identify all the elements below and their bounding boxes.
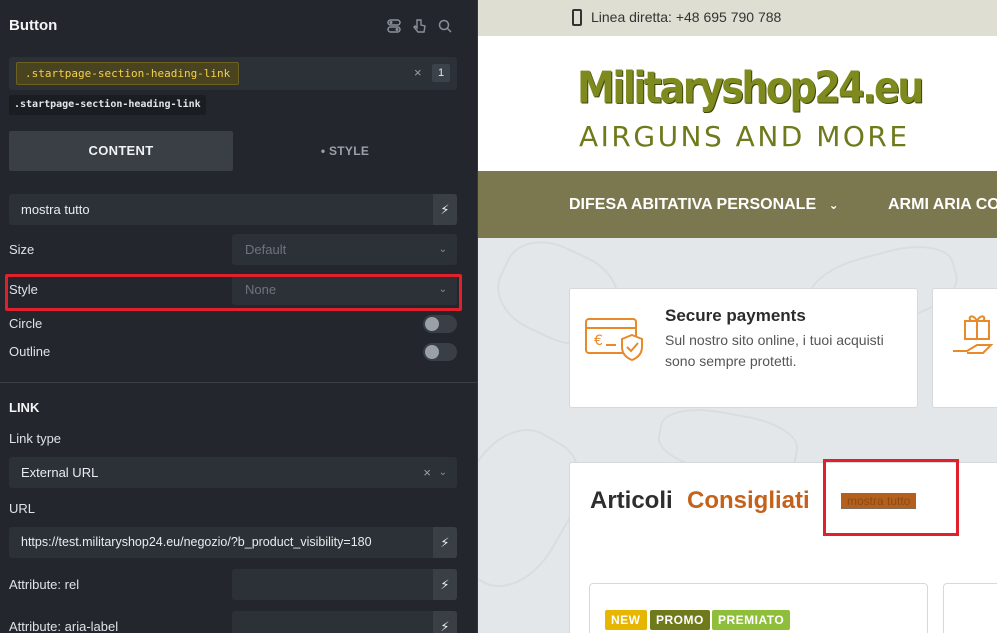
tab-style[interactable]: • STYLE (233, 131, 457, 171)
nav-item-label: DIFESA ABITATIVA PERSONALE (569, 196, 817, 213)
button-text-value: mostra tutto (21, 202, 90, 217)
site-logo[interactable]: Militaryshop24.eu (577, 62, 924, 113)
attr-aria-field[interactable]: ⚡ (232, 611, 457, 633)
link-type-label: Link type (9, 431, 62, 446)
attr-rel-field[interactable]: ⚡ (232, 569, 457, 600)
articles-title: Articoli (590, 487, 673, 514)
gift-card (932, 288, 997, 408)
clear-icon[interactable]: × (423, 457, 431, 488)
gift-hand-icon (951, 309, 997, 366)
secure-payments-card: € Secure payments Sul nostro sito online… (569, 288, 918, 408)
toggle-knob (425, 345, 439, 359)
site-preview: Linea diretta: +48 695 790 788 Militarys… (478, 0, 997, 633)
attr-rel-label: Attribute: rel (9, 577, 80, 592)
panel-title: Button (9, 17, 58, 34)
attr-aria-label: Attribute: aria-label (9, 619, 119, 633)
payments-title: Secure payments (665, 306, 806, 325)
nav-item-armi[interactable]: ARMI ARIA CO (888, 171, 997, 238)
clear-class-icon[interactable]: × (414, 65, 422, 80)
circle-label: Circle (9, 316, 43, 331)
product-card[interactable] (943, 583, 997, 633)
tab-content[interactable]: CONTENT (9, 131, 233, 171)
style-highlight-box (5, 274, 462, 311)
nav-item-difesa[interactable]: DIFESA ABITATIVA PERSONALE ⌄ (569, 171, 839, 239)
link-section-heading[interactable]: LINK (9, 400, 39, 415)
section-divider (0, 382, 478, 383)
site-logo-tagline: AIRGUNS AND MORE (579, 120, 910, 153)
button-settings-panel: Button .startpage-section-heading-link ×… (0, 0, 478, 633)
link-type-select[interactable]: External URL × ⌄ (9, 457, 457, 488)
topbar-phone-text[interactable]: Linea diretta: +48 695 790 788 (591, 9, 781, 25)
articles-title-accent: Consigliati (687, 487, 810, 514)
button-text-field[interactable]: mostra tutto ⚡ (9, 194, 457, 225)
active-class-chip[interactable]: .startpage-section-heading-link (16, 62, 240, 85)
size-select[interactable]: Default ⌄ (232, 234, 457, 265)
class-count-badge: 1 (432, 64, 450, 82)
chevron-down-icon: ⌄ (438, 244, 447, 255)
url-value: https://test.militaryshop24.eu/negozio/?… (21, 535, 372, 549)
size-label: Size (9, 242, 35, 257)
main-nav: DIFESA ABITATIVA PERSONALE ⌄ ARMI ARIA C… (478, 171, 997, 238)
chevron-down-icon: ⌄ (438, 467, 447, 478)
svg-text:€: € (594, 333, 603, 349)
pointer-icon[interactable] (411, 18, 427, 34)
dynamic-data-icon[interactable]: ⚡ (433, 611, 457, 633)
outline-label: Outline (9, 344, 51, 359)
outline-toggle[interactable] (423, 343, 457, 361)
size-value: Default (245, 242, 287, 257)
toggle-icon[interactable] (386, 18, 402, 34)
class-selector-field[interactable]: .startpage-section-heading-link × 1 (9, 57, 457, 90)
credit-card-shield-icon: € (584, 315, 650, 370)
badge-premiato: PREMIATO (712, 610, 791, 630)
url-label: URL (9, 501, 36, 516)
class-tag[interactable]: .startpage-section-heading-link (9, 95, 206, 115)
toggle-knob (425, 317, 439, 331)
chevron-down-icon: ⌄ (828, 198, 839, 212)
link-type-value: External URL (21, 465, 99, 480)
top-bar: Linea diretta: +48 695 790 788 (478, 0, 997, 36)
circle-toggle[interactable] (423, 315, 457, 333)
search-icon[interactable] (437, 18, 453, 34)
dynamic-data-icon[interactable]: ⚡ (433, 194, 457, 225)
logo-area: Militaryshop24.eu AIRGUNS AND MORE (478, 36, 997, 171)
payments-text: Sul nostro sito online, i tuoi acquisti … (665, 332, 884, 369)
phone-icon (572, 9, 582, 26)
dynamic-data-icon[interactable]: ⚡ (433, 527, 457, 558)
url-field[interactable]: https://test.militaryshop24.eu/negozio/?… (9, 527, 457, 558)
badge-promo: PROMO (650, 610, 710, 630)
dynamic-data-icon[interactable]: ⚡ (433, 569, 457, 600)
badge-new: NEW (605, 610, 647, 630)
button-highlight-box (823, 459, 959, 536)
